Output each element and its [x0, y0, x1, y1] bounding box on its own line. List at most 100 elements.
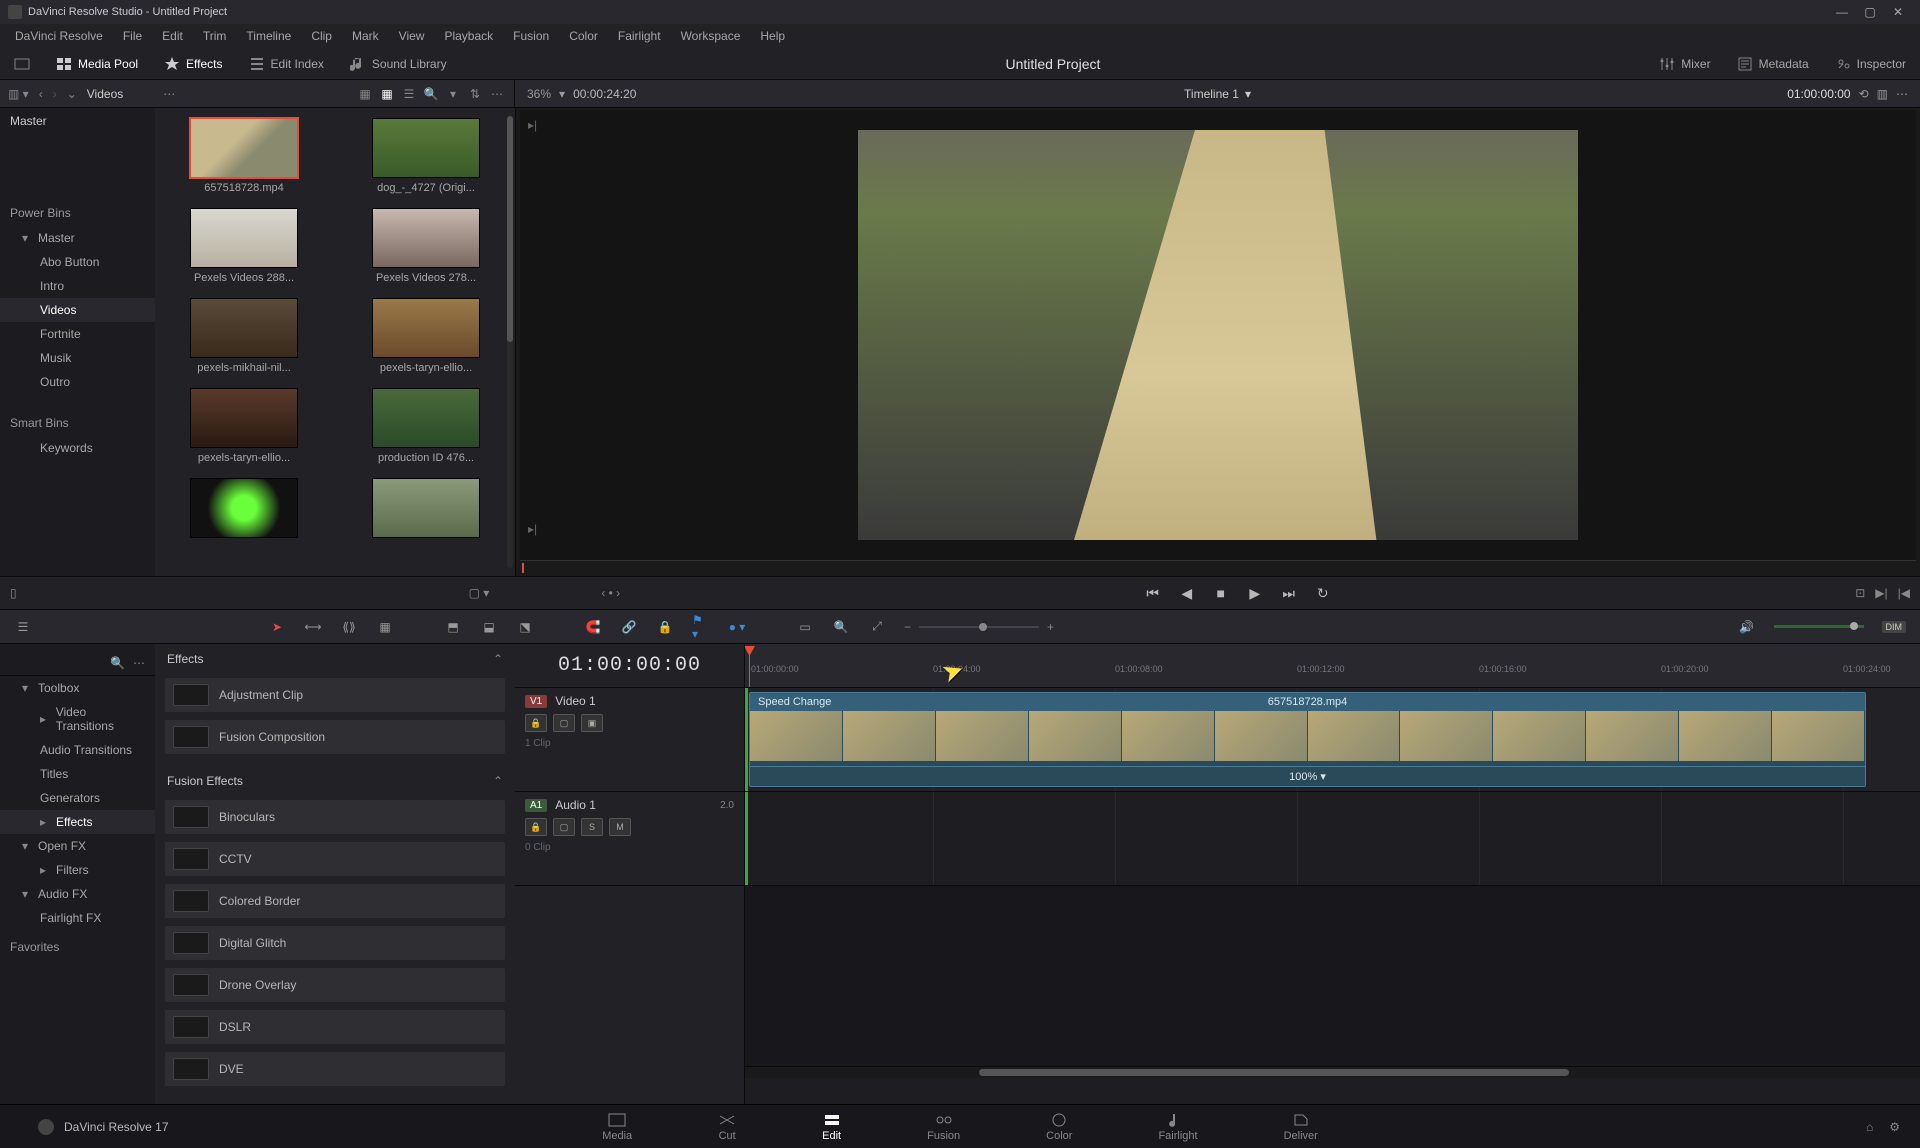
page-cut[interactable]: Cut: [710, 1109, 744, 1145]
loop-button[interactable]: ↻: [1313, 585, 1333, 602]
v1-lock-button[interactable]: 🔒: [525, 714, 547, 732]
menu-help[interactable]: Help: [751, 26, 794, 46]
stop-button[interactable]: ■: [1211, 585, 1231, 601]
page-deliver[interactable]: Deliver: [1276, 1109, 1326, 1145]
inspector-toggle[interactable]: Inspector: [1831, 56, 1910, 72]
go-out-icon[interactable]: |◀: [1898, 586, 1910, 600]
bin-musik[interactable]: Musik: [0, 346, 155, 370]
menu-fairlight[interactable]: Fairlight: [609, 26, 670, 46]
a1-auto-select-button[interactable]: ▢: [553, 818, 575, 836]
clip-thumbnail[interactable]: [372, 118, 480, 178]
bin-outro[interactable]: Outro: [0, 370, 155, 394]
nav-back-icon[interactable]: ‹: [39, 87, 43, 101]
media-pool-toggle[interactable]: Media Pool: [52, 56, 142, 72]
menu-trim[interactable]: Trim: [194, 26, 236, 46]
mixer-toggle[interactable]: Mixer: [1655, 56, 1714, 72]
audio-transitions-node[interactable]: Audio Transitions: [0, 738, 155, 762]
viewer-scrubber[interactable]: [520, 560, 1916, 576]
track-header-a1[interactable]: A1 Audio 1 2.0 🔒 ▢ S M 0 Clip: [515, 792, 744, 886]
menu-edit[interactable]: Edit: [153, 26, 192, 46]
titles-node[interactable]: Titles: [0, 762, 155, 786]
v1-auto-select-button[interactable]: ▢: [553, 714, 575, 732]
page-edit[interactable]: Edit: [814, 1109, 849, 1145]
bin-intro[interactable]: Intro: [0, 274, 155, 298]
edit-index-toggle[interactable]: Edit Index: [245, 56, 328, 72]
filters-node[interactable]: ▸Filters: [0, 858, 155, 882]
collapse-icon[interactable]: ⌃: [493, 652, 503, 666]
go-in-icon[interactable]: ▶|: [1875, 586, 1887, 600]
bin-fortnite[interactable]: Fortnite: [0, 322, 155, 346]
overlay-mode-icon[interactable]: ▢ ▾: [469, 586, 490, 600]
volume-slider[interactable]: [1774, 625, 1864, 628]
trim-tool[interactable]: ⟷: [304, 618, 322, 636]
effects-node[interactable]: ▸Effects: [0, 810, 155, 834]
snap-toggle[interactable]: 🧲: [584, 618, 602, 636]
generators-node[interactable]: Generators: [0, 786, 155, 810]
breadcrumb-menu-icon[interactable]: ⋯: [163, 87, 175, 101]
effect-digital-glitch[interactable]: Digital Glitch: [165, 926, 505, 960]
clip-thumbnail[interactable]: [190, 298, 298, 358]
fullscreen-toggle[interactable]: [10, 56, 34, 72]
effects-tree-options-icon[interactable]: ⋯: [133, 656, 145, 670]
media-clip[interactable]: production ID 476...: [349, 388, 503, 464]
a1-lock-button[interactable]: 🔒: [525, 818, 547, 836]
match-frame-prev-icon[interactable]: ‹ • ›: [601, 586, 620, 600]
project-settings-icon[interactable]: ⚙: [1889, 1120, 1900, 1134]
effect-dve[interactable]: DVE: [165, 1052, 505, 1086]
step-fwd-button[interactable]: ⏭: [1279, 585, 1299, 602]
nav-path-icon[interactable]: ⌄: [67, 87, 77, 101]
viewer-out-icon[interactable]: ▸|: [528, 522, 537, 536]
zoom-slider[interactable]: − +: [904, 620, 1054, 634]
zoom-search-icon[interactable]: 🔍: [832, 618, 850, 636]
minimize-button[interactable]: —: [1828, 2, 1856, 22]
search-dropdown-icon[interactable]: ▾: [444, 86, 462, 102]
link-toggle[interactable]: 🔗: [620, 618, 638, 636]
video-transitions-node[interactable]: ▸Video Transitions: [0, 700, 155, 738]
menu-davinci[interactable]: DaVinci Resolve: [6, 26, 112, 46]
go-start-button[interactable]: ⏮: [1143, 585, 1163, 602]
view-metadata-icon[interactable]: ▦: [356, 86, 374, 102]
insert-tool[interactable]: ⬒: [444, 618, 462, 636]
effect-binoculars[interactable]: Binoculars: [165, 800, 505, 834]
track-v1[interactable]: Speed Change 657518728.mp4 100% ▾: [745, 688, 1920, 792]
viewer-in-icon[interactable]: ▸|: [528, 118, 537, 132]
view-thumb-icon[interactable]: ▦: [378, 86, 396, 102]
effect-dslr[interactable]: DSLR: [165, 1010, 505, 1044]
bin-videos[interactable]: Videos: [0, 298, 155, 322]
page-color[interactable]: Color: [1038, 1109, 1080, 1145]
play-button[interactable]: ▶: [1245, 585, 1265, 602]
media-clip[interactable]: pexels-taryn-ellio...: [167, 388, 321, 464]
bin-abo-button[interactable]: Abo Button: [0, 250, 155, 274]
zoom-full-icon[interactable]: ⤢: [868, 618, 886, 636]
zoom-dropdown-icon[interactable]: ▾: [559, 87, 565, 101]
clip-thumbnail[interactable]: [190, 478, 298, 538]
blade-tool[interactable]: ▦: [376, 618, 394, 636]
menu-fusion[interactable]: Fusion: [504, 26, 558, 46]
audiofx-node[interactable]: ▾Audio FX: [0, 882, 155, 906]
replace-tool[interactable]: ⬔: [516, 618, 534, 636]
selection-tool[interactable]: ➤: [268, 618, 286, 636]
media-clip[interactable]: dog_-_4727 (Origi...: [349, 118, 503, 194]
clip-speed-value[interactable]: 100% ▾: [750, 766, 1865, 786]
page-fusion[interactable]: Fusion: [919, 1109, 968, 1145]
media-clip[interactable]: [167, 478, 321, 542]
pool-options-icon[interactable]: ⋯: [488, 86, 506, 102]
pool-layout-icon[interactable]: ▥ ▾: [8, 87, 29, 101]
clip-thumbnail[interactable]: [372, 208, 480, 268]
bin-master[interactable]: Master: [0, 108, 155, 134]
home-icon[interactable]: ⌂: [1866, 1120, 1873, 1134]
toolbox-node[interactable]: ▾Toolbox: [0, 676, 155, 700]
menu-file[interactable]: File: [114, 26, 151, 46]
dynamic-trim-tool[interactable]: ⟪⟫: [340, 618, 358, 636]
menu-clip[interactable]: Clip: [302, 26, 341, 46]
dim-toggle[interactable]: DIM: [1882, 621, 1907, 633]
sort-icon[interactable]: ⇅: [466, 86, 484, 102]
clip-thumbnail[interactable]: [372, 388, 480, 448]
menu-color[interactable]: Color: [560, 26, 607, 46]
index-icon[interactable]: ▭: [796, 618, 814, 636]
overwrite-tool[interactable]: ⬓: [480, 618, 498, 636]
menu-playback[interactable]: Playback: [435, 26, 502, 46]
effects-search-icon[interactable]: 🔍: [110, 656, 125, 670]
viewer-canvas[interactable]: ▸| ▸|: [520, 110, 1916, 560]
openfx-node[interactable]: ▾Open FX: [0, 834, 155, 858]
